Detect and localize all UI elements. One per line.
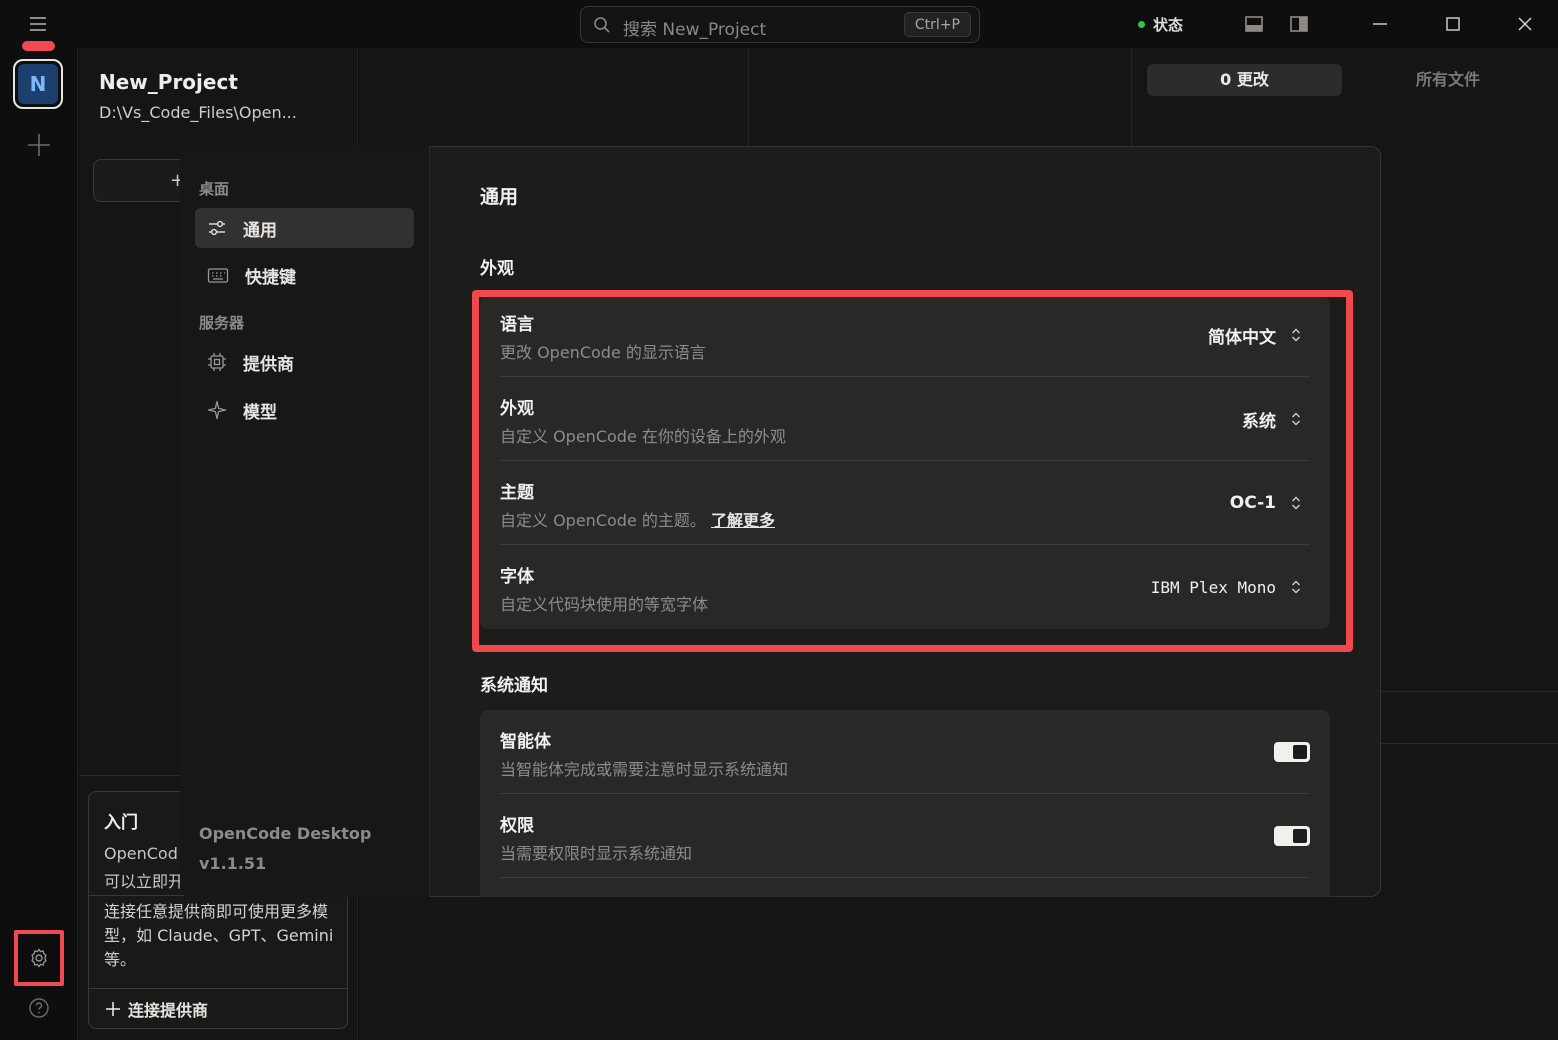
connect-provider-button[interactable]: 连接提供商 [104,997,208,1021]
divider [1381,691,1558,692]
sparkle-icon [207,400,227,420]
nav-item-models[interactable]: 模型 [195,390,414,430]
divider [500,877,1310,878]
project-rail [0,48,78,1040]
keyboard-icon [207,265,229,285]
divider [500,793,1310,794]
chip-icon [207,352,227,372]
page-title: 通用 [480,186,519,208]
nav-item-shortcuts[interactable]: 快捷键 [195,255,414,295]
project-path: D:\Vs_Code_Files\Open... [99,103,297,122]
minimize-icon[interactable] [1368,12,1392,36]
menu-icon[interactable] [26,14,50,34]
getting-started-title: 入门 [104,813,138,833]
divider [1381,743,1558,744]
agent-notification-title: 智能体 [500,732,551,752]
nav-item-providers[interactable]: 提供商 [195,342,414,382]
search-icon [593,16,611,34]
nav-group-desktop: 桌面 [199,180,230,198]
toggle-knob [1293,745,1307,759]
tab-all-files[interactable]: 所有文件 [1380,64,1516,96]
agent-notification-desc: 当智能体完成或需要注意时显示系统通知 [500,760,789,779]
nav-item-label: 提供商 [243,354,294,375]
section-title-notifications: 系统通知 [480,676,548,696]
app-version: v1.1.51 [199,854,267,873]
project-name: New_Project [99,70,238,94]
agent-notification-toggle[interactable] [1274,742,1310,762]
getting-started-text-line-2: 可以立即开 [104,872,185,891]
toggle-side-panel-icon[interactable] [1287,12,1311,36]
toggle-knob [1293,829,1307,843]
appearance-highlight [472,290,1353,652]
divider [748,48,749,146]
permission-notification-desc: 当需要权限时显示系统通知 [500,844,693,863]
project-avatar[interactable]: N [13,59,63,109]
getting-started-text-line-1: OpenCod [104,844,178,863]
nav-item-label: 模型 [243,402,277,423]
permission-notification-title: 权限 [500,816,534,836]
highlight-mark [22,41,55,51]
close-icon[interactable] [1513,12,1537,36]
plus-icon [104,1000,122,1018]
add-project-icon[interactable] [26,132,52,158]
tab-changes[interactable]: 0 更改 [1147,64,1342,96]
maximize-icon[interactable] [1441,12,1465,36]
sliders-icon [207,218,227,238]
status-dot-icon [1138,20,1145,28]
nav-item-general[interactable]: 通用 [195,208,414,248]
project-avatar-letter: N [18,64,58,104]
search-placeholder: 搜索 New_Project [623,20,767,40]
nav-group-server: 服务器 [199,314,245,332]
divider [1131,48,1132,146]
app-name: OpenCode Desktop [199,824,372,843]
nav-item-label: 通用 [243,220,277,241]
getting-started-description: 连接任意提供商即可使用更多模型，如 Claude、GPT、Gemini 等。 [104,902,334,969]
notifications-card [480,710,1330,897]
gear-icon[interactable] [28,947,50,969]
search-box[interactable]: 搜索 New_Project Ctrl+P [580,6,980,43]
search-shortcut: Ctrl+P [903,12,971,37]
permission-notification-toggle[interactable] [1274,826,1310,846]
section-title-appearance: 外观 [480,259,514,279]
connect-provider-label: 连接提供商 [128,1001,209,1020]
help-icon[interactable] [28,997,50,1019]
status-button[interactable]: 状态 [1138,12,1183,36]
toggle-bottom-panel-icon[interactable] [1242,12,1266,36]
nav-item-label: 快捷键 [245,267,296,288]
divider [89,988,347,989]
status-label: 状态 [1153,15,1184,34]
